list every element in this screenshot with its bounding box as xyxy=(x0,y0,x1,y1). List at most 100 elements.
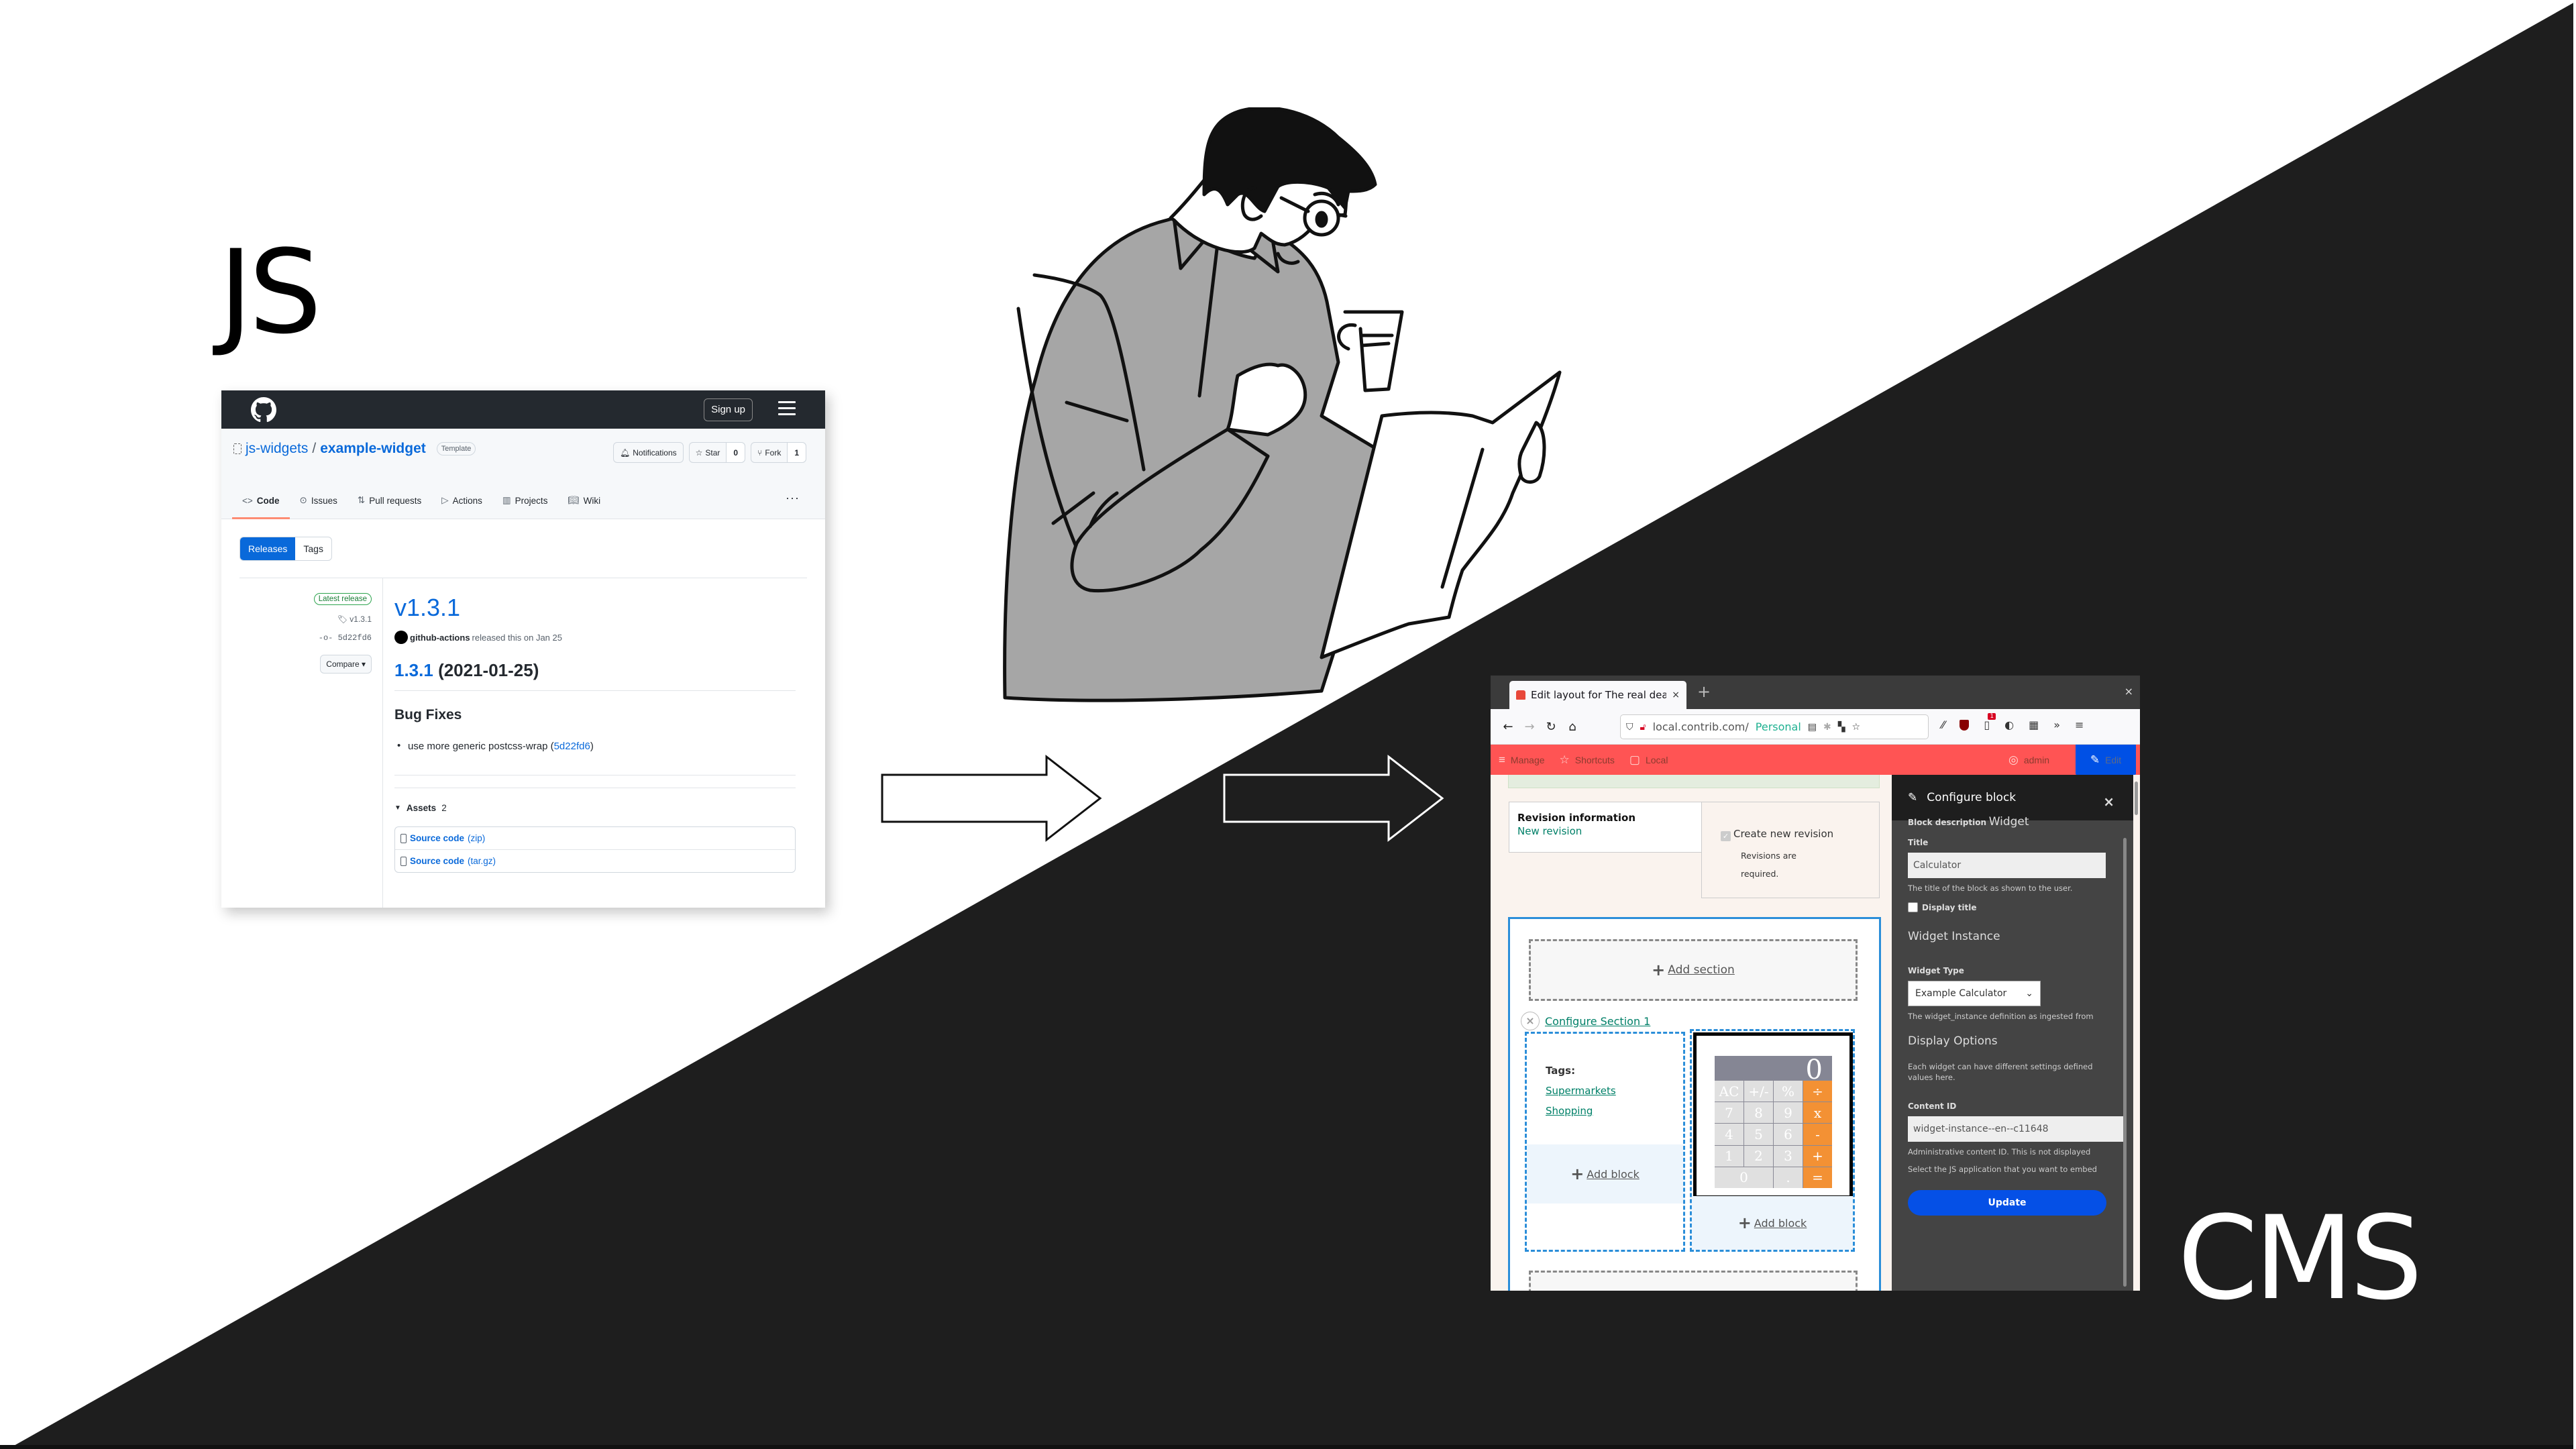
tag-ref[interactable]: 🏷︎ v1.3.1 xyxy=(314,614,372,624)
close-sidebar-icon[interactable]: × xyxy=(2103,794,2114,810)
compare-button[interactable]: Compare ▾ xyxy=(320,655,372,674)
close-window-button[interactable]: × xyxy=(2125,685,2133,698)
add-block-link[interactable]: + Add block xyxy=(1692,1196,1853,1250)
commit-ref[interactable]: -o- 5d22fd6 xyxy=(314,633,372,643)
pencil-icon: ✎ xyxy=(1908,791,1918,804)
repo-owner-link[interactable]: js-widgets xyxy=(246,441,308,457)
add-section-link[interactable]: + Add section xyxy=(1529,939,1858,1001)
calculator-key[interactable]: AC xyxy=(1715,1081,1743,1102)
privacy-extension-icon[interactable]: ◐ xyxy=(2004,718,2014,731)
remove-section-icon[interactable]: × xyxy=(1521,1012,1540,1030)
more-tabs-button[interactable]: ··· xyxy=(786,491,800,505)
add-block-link[interactable]: + Add block xyxy=(1527,1144,1683,1203)
calculator-key[interactable]: 5 xyxy=(1744,1124,1773,1145)
asset-item[interactable]: Source code (zip) xyxy=(395,827,795,849)
ublock-icon[interactable] xyxy=(1960,719,1970,731)
fork-icon: ⑂ xyxy=(757,447,763,458)
tab-wiki[interactable]: 📖︎ Wiki xyxy=(557,482,610,519)
display-title-checkbox[interactable]: Display title xyxy=(1908,902,2127,912)
update-button[interactable]: Update xyxy=(1908,1190,2106,1216)
bookmark-star-icon[interactable]: ☆ xyxy=(1852,722,1861,733)
fork-button[interactable]: ⑂ Fork 1 xyxy=(751,442,806,463)
tab-code[interactable]: <> Code xyxy=(232,482,290,519)
tab-projects[interactable]: ▥ Projects xyxy=(492,482,558,519)
calculator-widget-block[interactable]: 0 AC +/-% ÷ 7 8 9 x 4 5 6- 1 2 3 +0. = xyxy=(1693,1032,1853,1199)
bottle-extension-icon[interactable]: ▯ 1 xyxy=(1984,713,1996,731)
tags-tab[interactable]: Tags xyxy=(295,537,331,560)
forward-icon[interactable]: → xyxy=(1519,720,1540,734)
commit-link[interactable]: 5d22fd6 xyxy=(554,741,590,752)
calculator-key[interactable]: 6 xyxy=(1774,1124,1803,1145)
calculator-key[interactable]: 0 xyxy=(1715,1167,1773,1188)
reader-view-icon[interactable]: ▤ xyxy=(1808,722,1817,733)
add-section-link-bottom[interactable] xyxy=(1529,1271,1858,1291)
browser-tab[interactable]: Edit layout for The real deal × xyxy=(1509,681,1686,709)
assets-toggle[interactable]: ▼ Assets 2 xyxy=(394,803,796,813)
shortcuts-menu[interactable]: ☆ Shortcuts xyxy=(1560,753,1615,767)
content-id-input[interactable]: widget-instance--en--c11648 xyxy=(1908,1116,2127,1142)
edit-icon: ✎ xyxy=(2090,753,2100,766)
home-icon[interactable]: ⌂ xyxy=(1562,720,1583,734)
sign-up-button[interactable]: Sign up xyxy=(704,398,753,421)
calculator-key[interactable]: 7 xyxy=(1715,1102,1743,1124)
star-button[interactable]: ☆ Star 0 xyxy=(688,442,746,463)
calculator-key[interactable]: . xyxy=(1774,1167,1803,1188)
browser-menu-icon[interactable]: ≡ xyxy=(2075,718,2084,731)
block-description-label: Block description xyxy=(1908,818,1987,827)
configure-section-link[interactable]: × Configure Section 1 xyxy=(1521,1012,1650,1030)
calculator-key[interactable]: +/- xyxy=(1744,1081,1773,1102)
back-icon[interactable]: ← xyxy=(1497,720,1519,734)
create-revision-checkbox[interactable]: ✓ Create new revision xyxy=(1721,828,1879,841)
calculator-key[interactable]: = xyxy=(1803,1167,1832,1188)
calculator-key[interactable]: 8 xyxy=(1744,1102,1773,1124)
tab-pull-requests[interactable]: ⇅ Pull requests xyxy=(347,482,431,519)
calculator-key[interactable]: + xyxy=(1803,1145,1832,1167)
calculator-key[interactable]: 2 xyxy=(1744,1145,1773,1167)
extension-icon[interactable]: ⁄⁄ xyxy=(1941,718,1945,731)
calculator-key[interactable]: 1 xyxy=(1715,1145,1743,1167)
calculator-key[interactable]: x xyxy=(1803,1102,1832,1124)
repo-name-link[interactable]: example-widget xyxy=(320,441,426,457)
overflow-icon[interactable]: » xyxy=(2053,718,2060,731)
notifications-button[interactable]: 🔔︎ Notifications xyxy=(613,442,684,463)
page-scrollbar[interactable] xyxy=(2133,775,2140,1291)
calculator-key[interactable]: - xyxy=(1803,1124,1832,1145)
user-label: admin xyxy=(2023,754,2049,765)
hamburger-menu-icon[interactable] xyxy=(778,401,796,417)
add-grid-icon[interactable]: ▦ xyxy=(2029,718,2039,731)
calculator-key[interactable]: ÷ xyxy=(1803,1081,1832,1102)
calculator-key[interactable]: 4 xyxy=(1715,1124,1743,1145)
manage-menu[interactable]: ≡ Manage xyxy=(1499,753,1545,767)
tab-actions[interactable]: ▷ Actions xyxy=(431,482,492,519)
star-icon: ☆ xyxy=(1559,753,1570,766)
revision-info-tab[interactable]: Revision information New revision xyxy=(1509,802,1702,853)
user-menu[interactable]: ◎ admin xyxy=(2008,745,2049,775)
grid-icon[interactable]: ▚ xyxy=(1838,722,1845,733)
tab-label: Wiki xyxy=(583,495,601,506)
github-logo-icon[interactable] xyxy=(251,397,276,423)
manage-label: Manage xyxy=(1510,754,1545,765)
tab-issues[interactable]: ⊙ Issues xyxy=(290,482,347,519)
widget-type-select[interactable]: Example Calculator ⌄ xyxy=(1908,981,2041,1006)
tag-link[interactable]: Supermarkets xyxy=(1546,1081,1616,1101)
author-link[interactable]: github-actions xyxy=(410,633,470,643)
release-title-link[interactable]: v1.3.1 xyxy=(394,596,796,620)
releases-tab[interactable]: Releases xyxy=(240,537,296,560)
release-version-link[interactable]: 1.3.1 xyxy=(394,660,433,680)
edit-button[interactable]: ✎ Edit xyxy=(2076,745,2136,775)
changelog-text-end: ) xyxy=(590,741,594,752)
calculator-key[interactable]: 3 xyxy=(1774,1145,1803,1167)
calculator-key[interactable]: % xyxy=(1774,1081,1803,1102)
close-tab-icon[interactable]: × xyxy=(1672,690,1680,700)
calculator-key[interactable]: 9 xyxy=(1774,1102,1803,1124)
new-tab-button[interactable]: + xyxy=(1697,682,1711,701)
tag-link[interactable]: Shopping xyxy=(1546,1101,1616,1121)
local-menu[interactable]: ▢ Local xyxy=(1629,753,1668,767)
asset-item[interactable]: Source code (tar.gz) xyxy=(395,849,795,872)
bug-icon[interactable]: ✱ xyxy=(1823,722,1831,733)
reload-icon[interactable]: ↻ xyxy=(1540,720,1562,734)
bottom-edge xyxy=(0,1445,2576,1449)
sidebar-scrollbar[interactable] xyxy=(2123,838,2127,1287)
title-input[interactable]: Calculator xyxy=(1908,853,2106,878)
url-bar[interactable]: ⛉ 🔓︎ local.contrib.com/ Personal ▤ ✱ ▚ ☆ xyxy=(1620,714,1929,739)
